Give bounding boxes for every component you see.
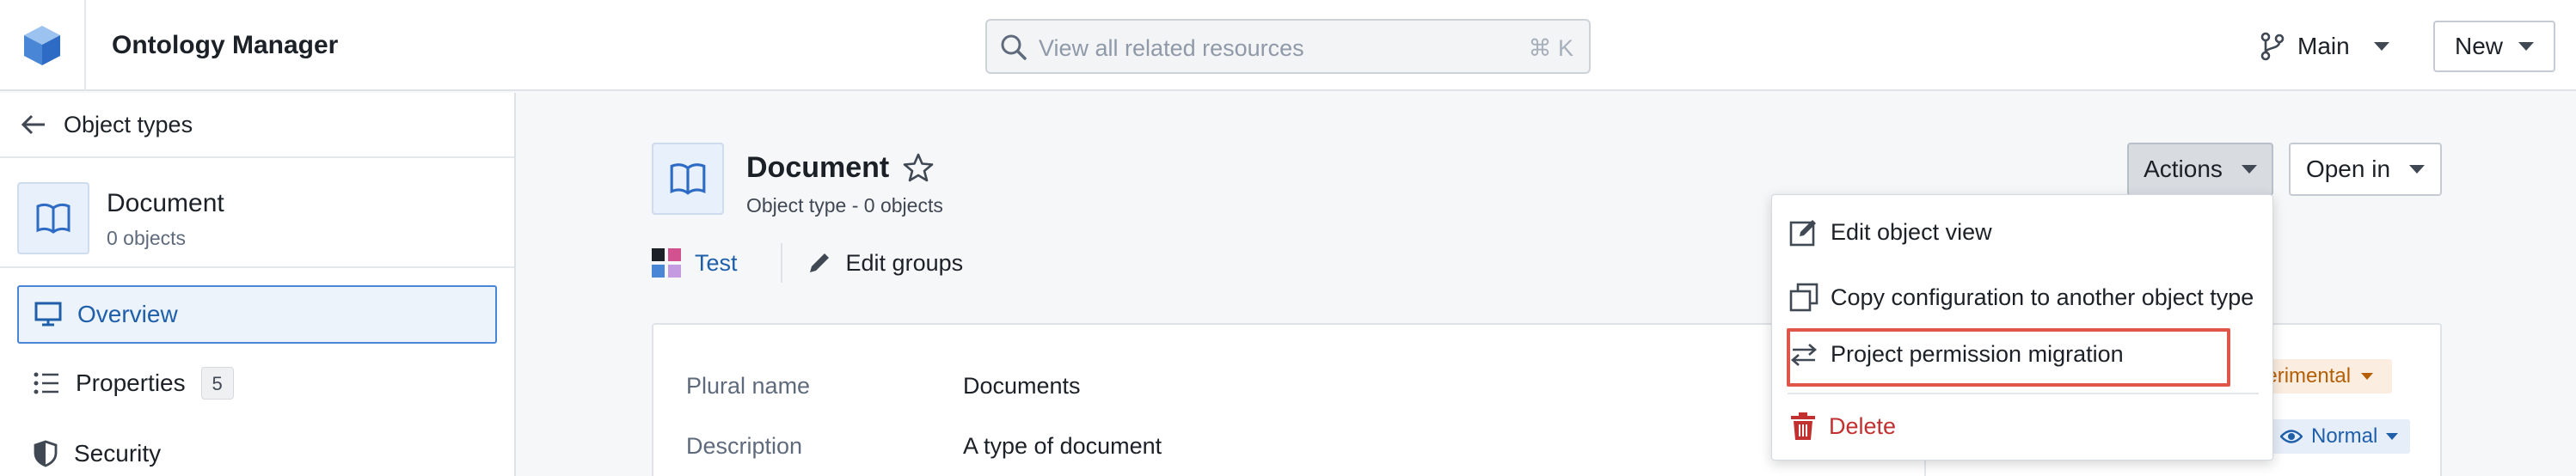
cube-logo-icon bbox=[24, 26, 60, 65]
book-icon bbox=[17, 182, 89, 254]
menu-item-label: Delete bbox=[1829, 412, 1897, 439]
chevron-down-icon bbox=[2409, 165, 2426, 174]
sidebar-item-properties[interactable]: Properties 5 bbox=[17, 354, 497, 412]
property-label: Description bbox=[686, 433, 803, 459]
group-row: Test Edit groups bbox=[652, 243, 964, 283]
sidebar-item-label: Security bbox=[74, 440, 162, 467]
page-subtitle: Object type - 0 objects bbox=[746, 194, 943, 217]
edit-groups-label: Edit groups bbox=[845, 249, 964, 276]
new-button[interactable]: New bbox=[2433, 21, 2555, 72]
eye-icon bbox=[2280, 430, 2303, 443]
divider bbox=[780, 243, 782, 283]
open-in-button[interactable]: Open in bbox=[2289, 143, 2442, 196]
branch-selector[interactable]: Main bbox=[2260, 22, 2389, 70]
branch-label: Main bbox=[2297, 33, 2350, 59]
actions-button-label: Actions bbox=[2144, 156, 2223, 182]
object-name: Document bbox=[107, 189, 224, 217]
trash-icon bbox=[1791, 412, 1815, 440]
edit-view-icon bbox=[1789, 220, 1816, 247]
app-title: Ontology Manager bbox=[112, 31, 339, 59]
chevron-down-icon bbox=[2361, 373, 2374, 380]
visibility-badge-label: Normal bbox=[2311, 424, 2378, 448]
open-in-button-label: Open in bbox=[2305, 156, 2391, 182]
menu-item-copy-configuration[interactable]: Copy configuration to another object typ… bbox=[1789, 283, 2254, 312]
star-icon[interactable] bbox=[903, 153, 934, 182]
group-link-test[interactable]: Test bbox=[695, 250, 738, 277]
book-icon bbox=[652, 143, 724, 215]
menu-item-label: Edit object view bbox=[1831, 218, 1992, 245]
search-shortcut: ⌘ K bbox=[1528, 35, 1573, 61]
branch-icon bbox=[2260, 32, 2285, 61]
sidebar-item-label: Properties bbox=[76, 369, 186, 396]
back-label: Object types bbox=[64, 111, 193, 137]
chevron-down-icon bbox=[2241, 165, 2257, 174]
search-placeholder: View all related resources bbox=[1039, 35, 1304, 61]
new-button-label: New bbox=[2454, 33, 2503, 59]
search-input[interactable]: View all related resources ⌘ K bbox=[985, 19, 1591, 74]
sidebar: Object types Document 0 objects Overview… bbox=[0, 93, 516, 476]
shield-icon bbox=[34, 440, 58, 467]
menu-item-label: Copy configuration to another object typ… bbox=[1831, 284, 2254, 310]
top-bar: Ontology Manager View all related resour… bbox=[0, 0, 2576, 91]
property-value: A type of document bbox=[963, 433, 1162, 459]
page-title: Document bbox=[746, 151, 890, 184]
chevron-down-icon bbox=[2518, 42, 2534, 51]
highlight-box bbox=[1787, 328, 2230, 387]
properties-count-badge: 5 bbox=[200, 367, 234, 400]
menu-item-delete[interactable]: Delete bbox=[1789, 412, 1896, 441]
app-logo[interactable] bbox=[0, 0, 86, 91]
search-icon bbox=[1001, 34, 1027, 60]
pencil-icon bbox=[809, 253, 829, 272]
actions-menu: Edit object view Copy configuration to a… bbox=[1771, 194, 2273, 461]
sidebar-item-overview[interactable]: Overview bbox=[17, 285, 497, 344]
menu-item-edit-object-view[interactable]: Edit object view bbox=[1789, 217, 1992, 247]
status-badge[interactable]: perimental bbox=[2254, 359, 2393, 394]
visibility-badge[interactable]: Normal bbox=[2268, 419, 2411, 454]
menu-divider bbox=[1788, 393, 2259, 394]
back-to-object-types[interactable]: Object types bbox=[0, 93, 514, 158]
object-summary: Document 0 objects bbox=[0, 160, 514, 268]
list-icon bbox=[34, 372, 58, 394]
chevron-down-icon bbox=[2373, 42, 2389, 51]
monitor-icon bbox=[34, 302, 62, 326]
copy-icon bbox=[1789, 283, 1819, 312]
group-color-icon bbox=[652, 248, 681, 278]
chevron-down-icon bbox=[2386, 433, 2399, 440]
arrow-left-icon bbox=[21, 114, 45, 135]
actions-button[interactable]: Actions bbox=[2127, 143, 2273, 196]
object-count: 0 objects bbox=[107, 227, 187, 249]
sidebar-item-label: Overview bbox=[77, 301, 178, 327]
property-label: Plural name bbox=[686, 373, 811, 399]
edit-groups-button[interactable]: Edit groups bbox=[807, 249, 964, 277]
property-value: Documents bbox=[963, 373, 1081, 399]
sidebar-item-security[interactable]: Security bbox=[17, 424, 497, 476]
